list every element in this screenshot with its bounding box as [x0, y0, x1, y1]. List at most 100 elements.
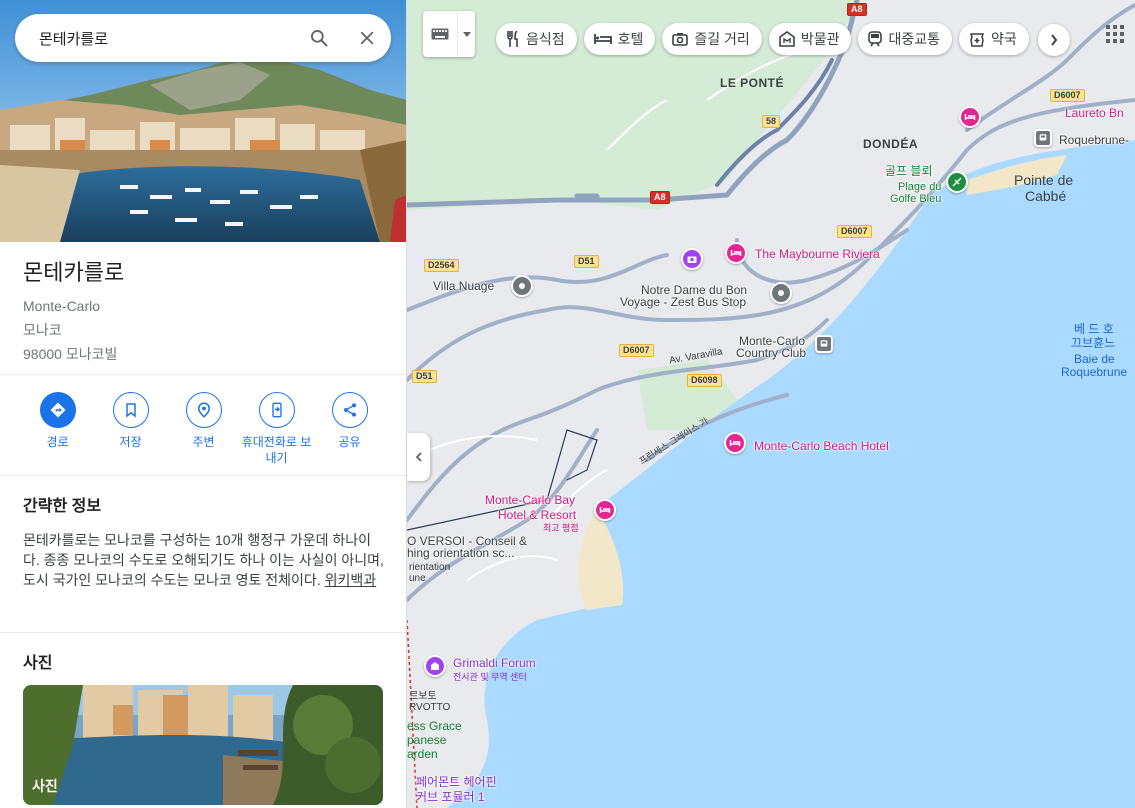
dot-icon [519, 283, 525, 289]
nearby-label: 주변 [192, 435, 215, 449]
camera-icon [687, 256, 697, 263]
place-pin[interactable] [511, 275, 533, 297]
bus-stop-pin[interactable] [770, 282, 792, 304]
keyboard-input-button[interactable] [423, 11, 475, 57]
map-label-versoi2[interactable]: hing orientation sc... [407, 546, 514, 560]
map-label-baie-ko2: 끄브휸느 [1071, 336, 1116, 350]
transit-pin[interactable] [1034, 129, 1052, 147]
map-label-bay-hotel-sub: 최고 평점 [543, 523, 579, 533]
place-header: 몬테카를로 Monte-Carlo 모나코 98000 모나코빌 [0, 242, 406, 366]
map-label-notre-dame2[interactable]: Voyage - Zest Bus Stop [620, 295, 746, 309]
hotel-pin[interactable] [725, 242, 747, 264]
chip-things-to-do[interactable]: 즐길 거리 [662, 23, 762, 55]
chips-next-button[interactable] [1038, 24, 1070, 56]
save-label: 저장 [119, 435, 142, 449]
divider [0, 475, 406, 476]
share-label: 공유 [338, 435, 361, 449]
chip-restaurants[interactable]: 음식점 [496, 23, 577, 55]
map-label-laureto[interactable]: Laureto Bn [1065, 106, 1124, 120]
map-label-fairmont1[interactable]: 페어몬트 헤어핀 [416, 775, 497, 789]
map-label-le-ponte: LE PONTÉ [720, 76, 785, 90]
chevron-down-icon[interactable] [457, 11, 475, 57]
map-label-grimaldi-sub: 전시관 및 무역 센터 [453, 672, 527, 682]
map-canvas[interactable]: A8 A8 58 D6007 D6007 D6007 D2564 D51 D51… [407, 0, 1135, 808]
share-icon [331, 392, 368, 428]
camera-icon [672, 33, 689, 46]
transit-icon [868, 31, 883, 47]
map-label-bay-hotel1[interactable]: Monte-Carlo Bay [485, 493, 575, 507]
hotel-pin[interactable] [959, 106, 981, 128]
place-title: 몬테카를로 [23, 260, 125, 285]
chevron-right-icon [1051, 34, 1058, 46]
bookmark-icon [112, 392, 149, 428]
nearby-button[interactable]: 주변 [167, 376, 240, 474]
map-label-grace1[interactable]: ess Grace [407, 719, 462, 733]
collapse-panel-button[interactable] [407, 433, 430, 481]
category-chips: 음식점 호텔 즐길 거리 박물관 대중교통 약국 [496, 23, 1029, 55]
road-d51-shield: D51 [574, 255, 599, 268]
road-d6007-shield: D6007 [837, 225, 872, 238]
map-label-bay-hotel2[interactable]: Hotel & Resort [498, 508, 576, 522]
map-label-grace2[interactable]: panese [407, 733, 446, 747]
photo-caption: 사진 [32, 778, 58, 794]
venue-icon [431, 662, 439, 670]
about-section: 간략한 정보 몬테카를로는 모나코를 구성하는 10개 행정구 가운데 하나이다… [0, 492, 406, 590]
hotel-icon [730, 250, 742, 256]
photos-heading: 사진 [23, 655, 53, 672]
share-button[interactable]: 공유 [313, 376, 386, 474]
restaurant-icon [507, 31, 518, 47]
chip-label: 호텔 [617, 31, 644, 47]
attraction-pin[interactable] [681, 248, 703, 270]
map-label-larvotto: RVOTTO [409, 702, 451, 713]
map-label-villa-nuage[interactable]: Villa Nuage [433, 279, 494, 293]
map-label-beach-hotel[interactable]: Monte-Carlo Beach Hotel [754, 439, 889, 453]
chevron-left-icon [415, 452, 422, 462]
apps-grid-icon [1106, 25, 1124, 43]
map-label-fairmont2[interactable]: 커브 포뮬러 1 [416, 790, 485, 804]
search-box[interactable]: 몬테카를로 [15, 14, 391, 62]
save-button[interactable]: 저장 [94, 376, 167, 474]
chip-label: 대중교통 [888, 31, 940, 47]
about-text: 몬테카를로는 모나코를 구성하는 10개 행정구 가운데 하나이다. 종종 모나… [23, 530, 384, 590]
venue-pin[interactable] [424, 655, 446, 677]
map-label-roquebrune[interactable]: Roquebrune- [1059, 133, 1129, 147]
chip-transit[interactable]: 대중교통 [858, 23, 952, 55]
search-icon[interactable] [295, 14, 343, 62]
photo-thumbnail[interactable]: 사진 [23, 685, 383, 805]
apps-grid-button[interactable] [1101, 20, 1129, 48]
map-label-maybourne[interactable]: The Maybourne Riviera [755, 247, 880, 261]
map-label-mc-club2[interactable]: Country Club [736, 346, 806, 360]
hotel-pin[interactable] [724, 432, 746, 454]
chip-hotels[interactable]: 호텔 [583, 23, 656, 55]
send-to-phone-label: 휴대전화로 보내기 [241, 435, 312, 465]
hotel-icon [729, 440, 741, 446]
transit-pin[interactable] [815, 335, 833, 353]
map-label-versoi4: une [409, 573, 426, 584]
hotel-icon [964, 114, 976, 120]
search-input[interactable]: 몬테카를로 [39, 28, 295, 49]
send-to-phone-button[interactable]: 휴대전화로 보내기 [240, 376, 313, 474]
map-label-dondea: DONDÉA [863, 137, 919, 151]
divider [0, 632, 406, 633]
transit-icon [820, 340, 828, 347]
map-label-baie-fr1: Baie de [1074, 352, 1115, 366]
hotel-pin[interactable] [594, 499, 616, 521]
wikipedia-link[interactable]: 위키백과 [325, 572, 377, 588]
place-country: 모나코 [23, 322, 62, 338]
beach-icon [952, 177, 962, 187]
map-label-golf-ko[interactable]: 골프 블뢰 [885, 164, 933, 178]
museum-icon [779, 31, 795, 47]
map-label-grace3[interactable]: arden [407, 747, 438, 761]
map-label-grimaldi[interactable]: Grimaldi Forum [453, 656, 536, 670]
map-label-pointe1: Pointe de [1014, 172, 1074, 188]
road-58-shield: 58 [762, 115, 781, 128]
golf-pin[interactable] [946, 171, 968, 193]
chip-museums[interactable]: 박물관 [768, 23, 852, 55]
divider [0, 374, 406, 375]
road-d51-shield: D51 [412, 370, 437, 383]
chip-pharmacy[interactable]: 약국 [959, 23, 1029, 55]
directions-button[interactable]: 경로 [21, 376, 94, 474]
chip-label: 음식점 [526, 31, 565, 47]
close-icon[interactable] [343, 14, 391, 62]
chip-label: 즐길 거리 [694, 31, 750, 47]
